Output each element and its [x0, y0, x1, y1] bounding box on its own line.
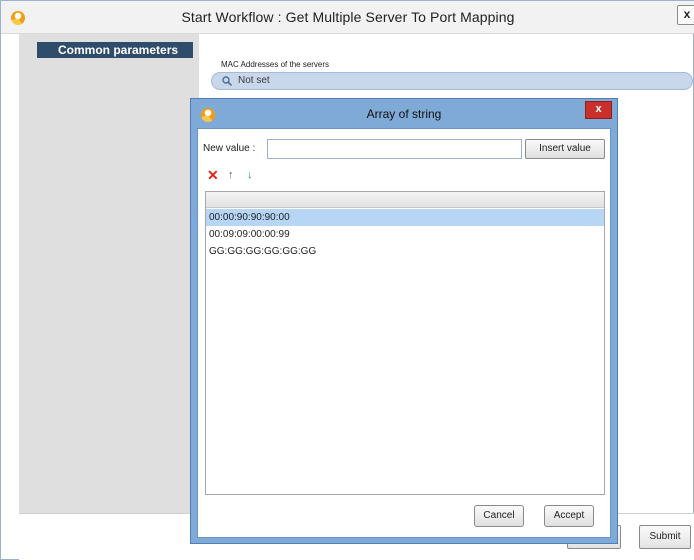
- dialog-body: New value : Insert value ✕ ↑ ↓ 00:00:90:…: [197, 128, 611, 538]
- mac-addresses-field[interactable]: Not set: [211, 72, 693, 90]
- cancel-button[interactable]: Cancel: [474, 505, 524, 527]
- mac-addresses-label: MAC Addresses of the servers: [221, 60, 330, 69]
- sidebar: [19, 34, 199, 514]
- accept-button[interactable]: Accept: [544, 505, 594, 527]
- delete-icon[interactable]: ✕: [207, 167, 219, 184]
- move-down-icon[interactable]: ↓: [247, 169, 253, 181]
- list-item[interactable]: 00:00:90:90:90:00: [206, 209, 604, 226]
- new-value-input[interactable]: [267, 139, 522, 159]
- values-list[interactable]: 00:00:90:90:90:00 00:09:09:00:00:99 GG:G…: [205, 191, 605, 495]
- main-window-title: Start Workflow : Get Multiple Server To …: [181, 9, 515, 25]
- dialog-titlebar[interactable]: Array of string x: [191, 99, 617, 129]
- array-of-string-dialog: Array of string x New value : Insert val…: [190, 98, 618, 544]
- dialog-close-button[interactable]: x: [585, 101, 612, 119]
- submit-button[interactable]: Submit: [639, 525, 691, 549]
- insert-value-button[interactable]: Insert value: [525, 139, 605, 159]
- dialog-title: Array of string: [366, 107, 442, 121]
- section-header-common-parameters[interactable]: Common parameters: [37, 42, 193, 58]
- mac-addresses-value: Not set: [238, 75, 270, 86]
- magnifier-icon: [222, 76, 232, 86]
- list-header: [206, 192, 604, 208]
- new-value-label: New value :: [203, 143, 256, 154]
- move-up-icon[interactable]: ↑: [228, 169, 234, 181]
- main-titlebar: Start Workflow : Get Multiple Server To …: [1, 1, 694, 34]
- main-close-button[interactable]: x: [677, 5, 694, 25]
- list-item[interactable]: 00:09:09:00:00:99: [206, 226, 604, 243]
- list-item[interactable]: GG:GG:GG:GG:GG:GG: [206, 243, 604, 260]
